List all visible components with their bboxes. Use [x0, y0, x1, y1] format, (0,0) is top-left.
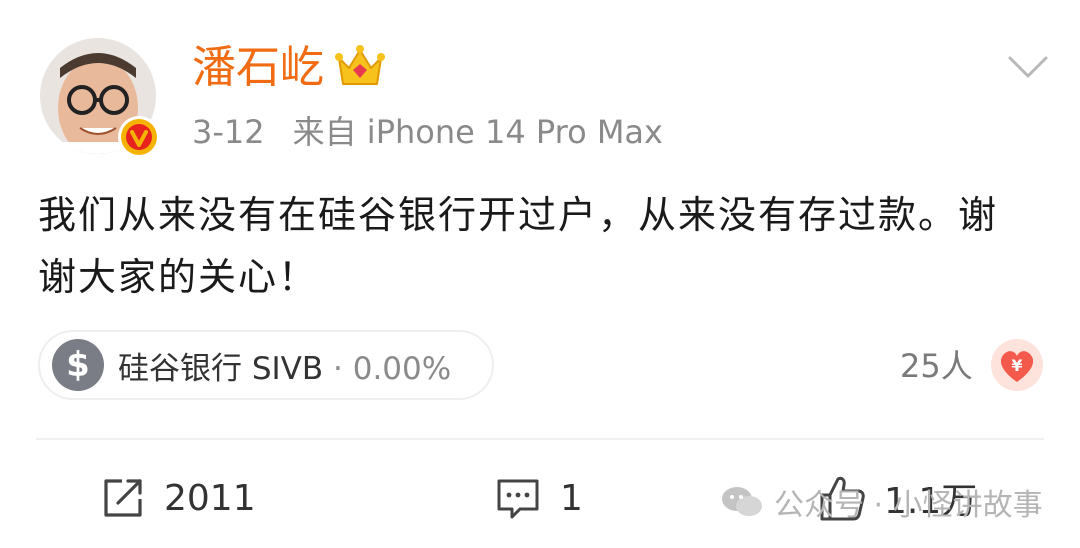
reward-heart-icon[interactable]: ¥ — [990, 338, 1044, 392]
weibo-post-card: 潘石屹 3-12 来自 iPhone 14 Pro Max 我们从来没有在硅谷银行… — [0, 0, 1080, 548]
comment-icon — [497, 479, 539, 519]
post-meta: 3-12 来自 iPhone 14 Pro Max — [192, 108, 663, 156]
username[interactable]: 潘石屹 — [192, 38, 324, 98]
stock-name: 硅谷银行 SIVB — [118, 350, 324, 387]
reward-count[interactable]: 25人 — [900, 342, 973, 390]
stock-separator: · — [333, 350, 343, 387]
post-text: 我们从来没有在硅谷银行开过户，从来没有存过款。谢谢大家的关心！ — [38, 193, 999, 299]
wechat-icon — [722, 487, 762, 516]
reward-glyph: ¥ — [1011, 356, 1022, 375]
post-date: 3-12 — [192, 113, 265, 151]
repost-button[interactable]: 2011 — [100, 470, 256, 526]
post-source: 来自 iPhone 14 Pro Max — [292, 113, 663, 151]
crown-icon[interactable] — [335, 44, 385, 90]
repost-icon — [104, 479, 142, 517]
repost-count: 2011 — [164, 477, 256, 519]
comment-count: 1 — [560, 477, 583, 519]
stock-change: 0.00% — [352, 350, 452, 387]
divider — [36, 438, 1044, 440]
dollar-icon: $ — [52, 339, 104, 391]
watermark-text: 公众号 · 小怪讲故事 — [774, 488, 1043, 523]
chevron-down-icon[interactable] — [1004, 46, 1052, 86]
verified-badge-icon — [118, 116, 160, 158]
stock-chip[interactable]: $ 硅谷银行 SIVB · 0.00% — [38, 330, 494, 400]
stock-chip-label: 硅谷银行 SIVB · 0.00% — [118, 343, 451, 388]
watermark: 公众号 · 小怪讲故事 — [720, 480, 1043, 524]
comment-button[interactable]: 1 — [494, 470, 583, 526]
